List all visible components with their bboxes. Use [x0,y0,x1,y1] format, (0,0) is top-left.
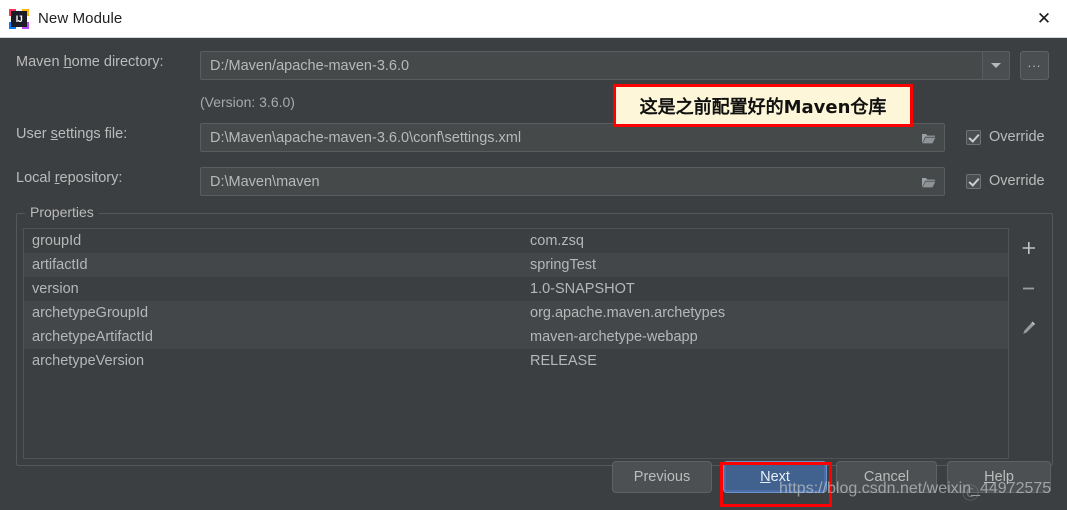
pencil-icon[interactable] [1017,316,1041,340]
table-row[interactable]: version 1.0-SNAPSHOT [24,277,1008,301]
checkmark-icon[interactable] [966,173,981,189]
properties-legend: Properties [25,204,99,220]
table-row[interactable]: archetypeArtifactId maven-archetype-weba… [24,325,1008,349]
table-row[interactable]: archetypeGroupId org.apache.maven.archet… [24,301,1008,325]
maven-home-input[interactable]: D:/Maven/apache-maven-3.6.0 [200,51,983,80]
local-repository-override-label: Override [989,173,1045,189]
properties-toolbar [1009,228,1048,459]
checkmark-icon[interactable] [966,129,981,145]
local-repository-row: Local repository: [16,170,122,186]
previous-button[interactable]: Previous [612,461,712,493]
folder-icon[interactable] [913,169,943,195]
local-repository-override-checkbox[interactable]: Override [966,173,1045,189]
table-row[interactable]: artifactId springTest [24,253,1008,277]
user-settings-override-checkbox[interactable]: Override [966,129,1045,145]
local-repository-label: Local repository: [16,170,123,186]
watermark-url: https://blog.csdn.net/weixin_44972575 [779,480,1052,497]
properties-table[interactable]: groupId com.zsq artifactId springTest ve… [23,228,1009,459]
maven-version-note: (Version: 3.6.0) [200,94,295,110]
properties-group: Properties groupId com.zsq artifactId sp… [16,204,1053,466]
plus-icon[interactable] [1017,236,1041,260]
user-settings-override-label: Override [989,129,1045,145]
intellij-idea-icon: IJ [9,8,29,29]
local-repository-input[interactable]: D:\Maven\maven [200,167,945,196]
close-icon[interactable]: ✕ [1021,0,1067,37]
window-titlebar: IJ New Module ✕ [0,0,1067,38]
maven-home-combo[interactable]: D:/Maven/apache-maven-3.6.0 [200,51,1010,80]
annotation-callout: 这是之前配置好的Maven仓库 [613,84,913,127]
watermark-logo-icon: Ⓒ [962,484,979,503]
folder-icon[interactable] [913,125,943,151]
table-row[interactable]: groupId com.zsq [24,229,1008,253]
maven-home-row: Maven home directory: [16,54,164,70]
user-settings-input[interactable]: D:\Maven\apache-maven-3.6.0\conf\setting… [200,123,945,152]
window-title: New Module [38,10,123,27]
maven-home-browse-button[interactable]: ... [1020,51,1049,80]
maven-home-label: Maven home directory: [16,54,164,70]
user-settings-label: User settings file: [16,126,128,142]
chevron-down-icon[interactable] [983,51,1010,80]
user-settings-row: User settings file: [16,126,127,142]
minus-icon[interactable] [1017,276,1041,300]
table-row[interactable]: archetypeVersion RELEASE [24,349,1008,373]
